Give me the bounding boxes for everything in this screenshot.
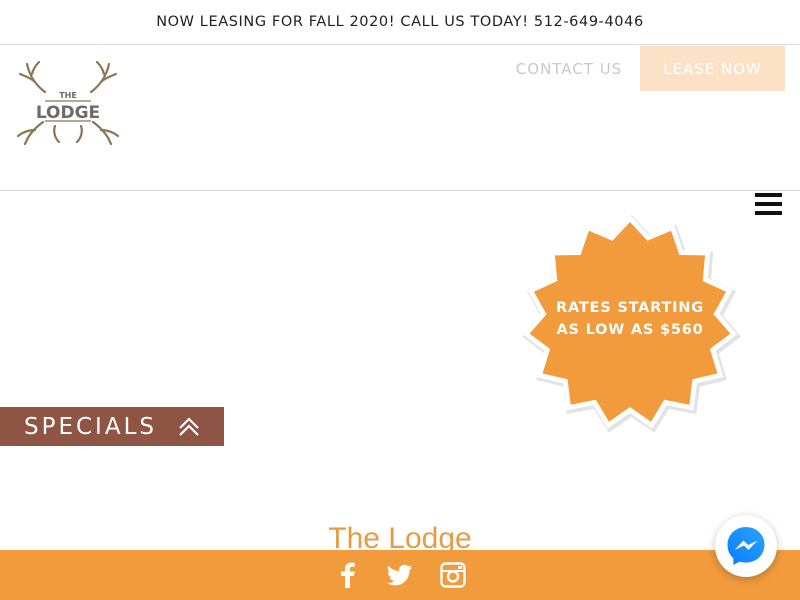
the-lodge-logo[interactable]: THE LODGE — [15, 60, 121, 146]
messenger-chat-button[interactable] — [715, 515, 777, 577]
rates-text: RATES STARTING AS LOW AS $560 — [518, 297, 742, 341]
specials-tab[interactable]: SPECIALS — [0, 407, 224, 446]
specials-label: SPECIALS — [24, 413, 157, 440]
hamburger-menu-icon[interactable] — [755, 193, 782, 215]
lease-now-button[interactable]: LEASE NOW — [640, 46, 785, 91]
rates-line-1: RATES STARTING — [555, 300, 704, 316]
logo-text-lodge: LODGE — [36, 103, 100, 123]
double-chevron-up-icon — [179, 417, 199, 436]
menu-bar — [755, 202, 782, 206]
announcement-text[interactable]: NOW LEASING FOR FALL 2020! CALL US TODAY… — [156, 14, 644, 30]
announcement-bar: NOW LEASING FOR FALL 2020! CALL US TODAY… — [0, 0, 800, 45]
messenger-icon — [727, 527, 765, 565]
contact-us-link[interactable]: CONTACT US — [498, 46, 640, 91]
twitter-icon[interactable] — [387, 562, 413, 588]
site-header: THE LODGE CONTACT US LEASE NOW — [0, 46, 800, 191]
menu-bar — [755, 193, 782, 197]
social-footer — [0, 550, 800, 600]
logo-text-the: THE — [59, 91, 77, 100]
menu-bar — [755, 211, 782, 215]
facebook-icon[interactable] — [335, 562, 361, 588]
instagram-icon[interactable] — [440, 562, 466, 588]
rates-line-2: AS LOW AS $560 — [556, 322, 704, 338]
